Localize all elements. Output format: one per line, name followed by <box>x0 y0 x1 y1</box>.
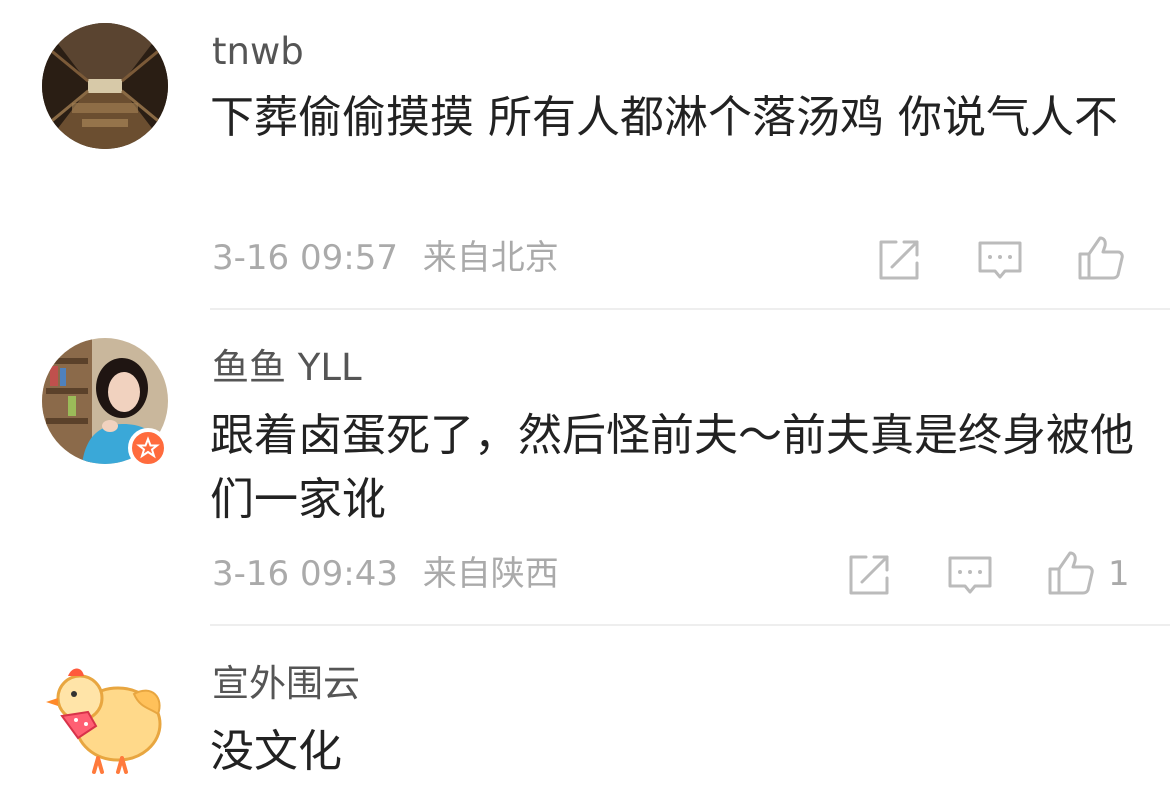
share-icon[interactable] <box>844 550 894 600</box>
comment-meta: 3-16 09:57 来自北京 <box>212 238 559 278</box>
comment-text: 下葬偷偷摸摸 所有人都淋个落汤鸡 你说气人不 <box>210 92 1118 143</box>
comment-item: 宣外围云 没文化 <box>0 626 1170 796</box>
comment-icon[interactable] <box>975 235 1025 285</box>
comment-item: tnwb 下葬偷偷摸摸 所有人都淋个落汤鸡 你说气人不 3-16 09:57 来… <box>0 0 1170 310</box>
username[interactable]: tnwb <box>212 30 304 74</box>
verified-badge-icon <box>128 428 168 468</box>
like-icon[interactable] <box>1076 232 1126 282</box>
avatar[interactable] <box>42 23 168 149</box>
comment-time: 3-16 09:57 <box>212 238 398 278</box>
like-icon[interactable] <box>1046 547 1096 597</box>
comment-location: 来自北京 <box>422 238 559 278</box>
username[interactable]: 鱼鱼 YLL <box>212 346 362 390</box>
comment-text: 跟着卤蛋死了，然后怪前夫～前夫真是终身被他们一家讹 <box>210 410 1134 525</box>
avatar[interactable] <box>42 654 168 780</box>
like-count: 1 <box>1108 554 1130 594</box>
comment-meta: 3-16 09:43 来自陕西 <box>212 554 559 594</box>
comment-text: 没文化 <box>210 726 342 777</box>
username[interactable]: 宣外围云 <box>212 662 360 706</box>
comment-time: 3-16 09:43 <box>212 554 398 594</box>
share-icon[interactable] <box>874 235 924 285</box>
comment-icon[interactable] <box>945 550 995 600</box>
comment-location: 来自陕西 <box>422 554 559 594</box>
comment-item: 鱼鱼 YLL 跟着卤蛋死了，然后怪前夫～前夫真是终身被他们一家讹 3-16 09… <box>0 310 1170 626</box>
